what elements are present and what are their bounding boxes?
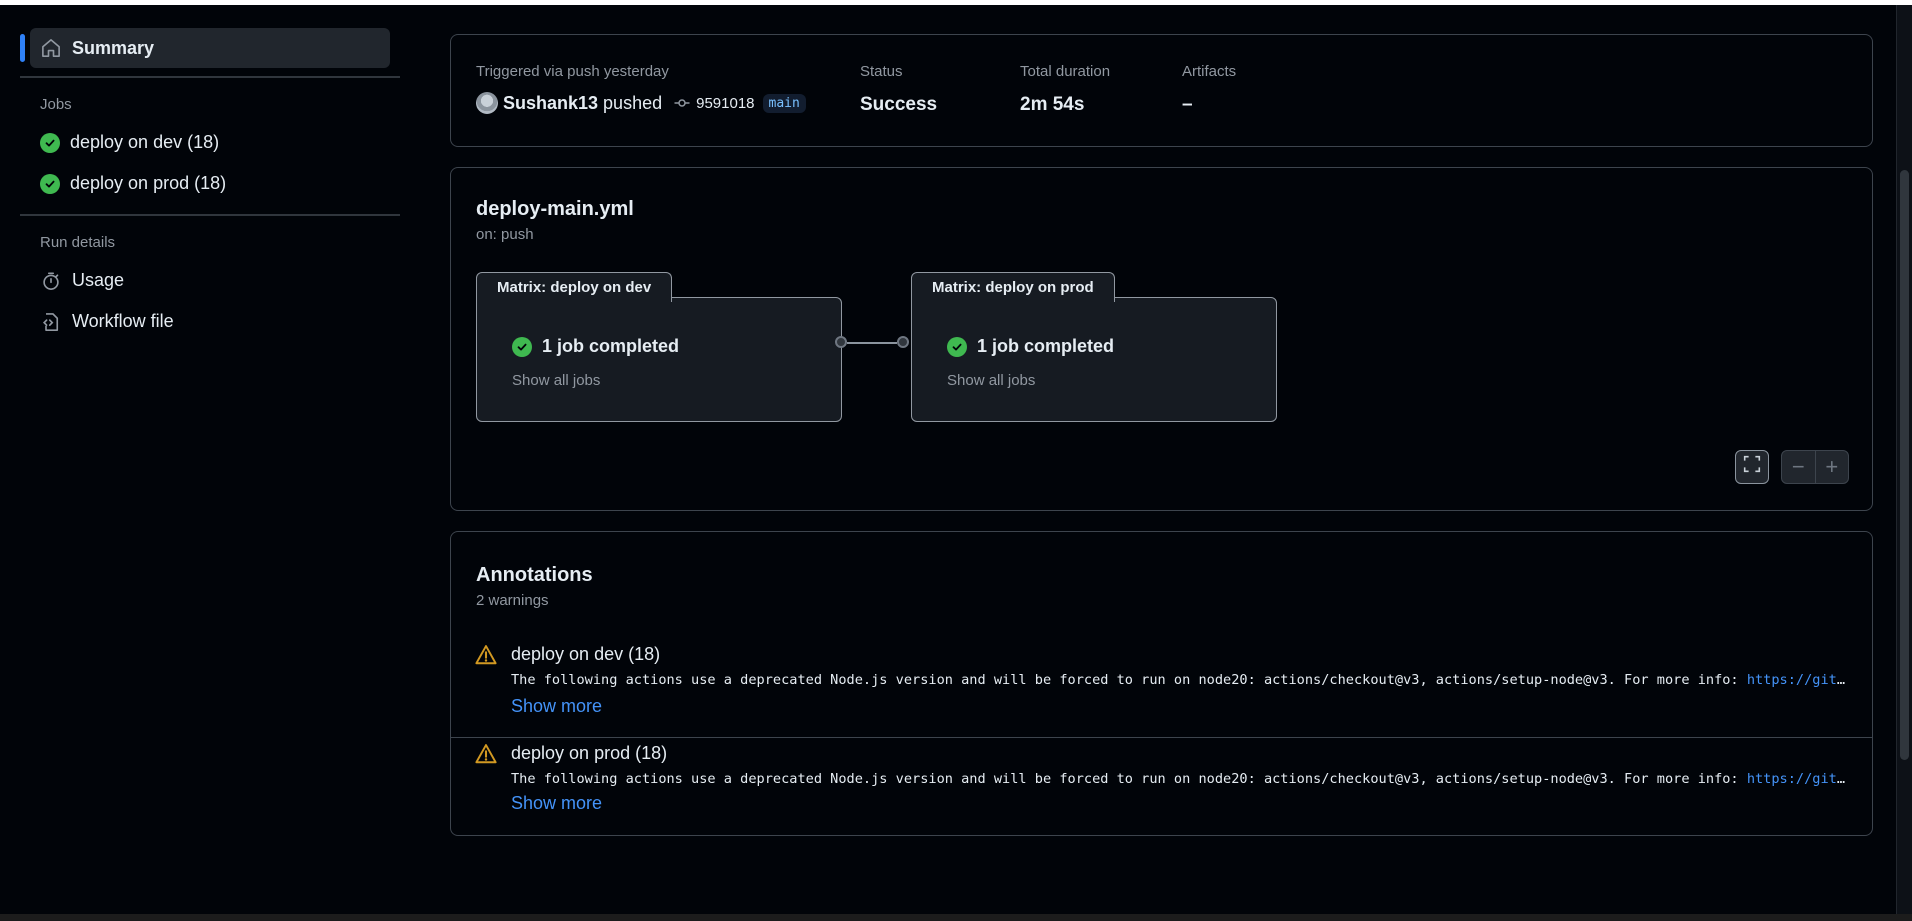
annotation-message-text: The following actions use a deprecated N… — [511, 672, 1747, 688]
action-text: pushed — [603, 92, 663, 113]
trigger-text: Triggered via push yesterday — [476, 63, 669, 80]
matrix-status: 1 job completed — [512, 336, 679, 357]
matrix-box: 1 job completed Show all jobs — [476, 297, 842, 422]
sidebar-item-summary[interactable]: Summary — [20, 28, 390, 68]
matrix-status-text: 1 job completed — [542, 336, 680, 356]
warning-icon — [475, 644, 497, 671]
connector-dot — [835, 336, 847, 348]
annotations-count: 2 warnings — [476, 592, 549, 609]
matrix-status: 1 job completed — [947, 336, 1114, 357]
annotation-message-text: The following actions use a deprecated N… — [511, 771, 1747, 787]
sidebar-divider — [20, 76, 400, 78]
sidebar: Summary Jobs deploy on dev (18) deploy o… — [20, 28, 400, 342]
check-circle-icon — [40, 132, 60, 153]
annotation-item: deploy on prod (18) The following action… — [451, 739, 1872, 835]
sidebar-divider — [20, 214, 400, 216]
annotation-info-link[interactable]: https://github.blog/changelog/2024-03-07… — [1747, 771, 1851, 787]
sidebar-item-job-prod[interactable]: deploy on prod (18) — [20, 163, 400, 204]
fullscreen-icon — [1743, 455, 1761, 479]
usage-label: Usage — [72, 270, 125, 290]
show-all-jobs-link[interactable]: Show all jobs — [512, 372, 600, 389]
workflow-file-label: Workflow file — [72, 311, 174, 331]
matrix-tab-label: Matrix: deploy on dev — [476, 272, 673, 302]
annotation-info-link[interactable]: https://github.blog/changelog/2024-03-07… — [1747, 672, 1851, 688]
check-circle-icon — [512, 336, 532, 357]
file-code-icon — [40, 311, 62, 333]
annotation-job-link[interactable]: deploy on prod (18) — [511, 743, 667, 764]
zoom-controls: − + — [1781, 450, 1849, 484]
home-icon — [40, 37, 62, 59]
annotation-item: deploy on dev (18) The following actions… — [451, 640, 1872, 738]
active-indicator — [20, 34, 25, 62]
duration-column: Total duration 2m 54s — [1020, 63, 1110, 116]
connector-dot — [897, 336, 909, 348]
push-line: Sushank13 pushed 9591018 main — [476, 92, 806, 114]
matrix-status-text: 1 job completed — [977, 336, 1115, 356]
actor-link[interactable]: Sushank13 — [503, 93, 598, 114]
artifacts-value: – — [1182, 94, 1193, 115]
git-commit-icon — [674, 98, 690, 108]
annotation-message: The following actions use a deprecated N… — [511, 672, 1851, 688]
check-circle-icon — [40, 173, 60, 194]
jobs-heading: Jobs — [40, 95, 72, 113]
show-more-button[interactable]: Show more — [511, 793, 602, 814]
run-summary-card: Triggered via push yesterday Sushank13 p… — [450, 34, 1873, 147]
commit-sha-link[interactable]: 9591018 — [696, 95, 754, 112]
scrollbar-thumb[interactable] — [1900, 170, 1909, 760]
fullscreen-button[interactable] — [1735, 450, 1769, 484]
annotations-title: Annotations — [476, 564, 593, 586]
sidebar-item-job-dev[interactable]: deploy on dev (18) — [20, 122, 400, 163]
browser-top-strip — [0, 0, 1912, 5]
zoom-out-button[interactable]: − — [1782, 451, 1816, 483]
zoom-in-button[interactable]: + — [1816, 451, 1849, 483]
status-column: Status Success — [860, 63, 937, 116]
annotations-card: Annotations 2 warnings deploy on dev (18… — [450, 531, 1873, 836]
workflow-graph-card: deploy-main.yml on: push Matrix: deploy … — [450, 167, 1873, 511]
show-all-jobs-link[interactable]: Show all jobs — [947, 372, 1035, 389]
warning-icon — [475, 743, 497, 770]
avatar[interactable] — [476, 92, 498, 114]
workflow-filename: deploy-main.yml — [476, 198, 634, 220]
sidebar-item-usage[interactable]: Usage — [20, 260, 400, 301]
sidebar-item-label: Summary — [72, 37, 155, 58]
run-details-heading: Run details — [40, 233, 116, 251]
annotation-job-link[interactable]: deploy on dev (18) — [511, 644, 660, 665]
workflow-trigger: on: push — [476, 226, 534, 243]
matrix-box: 1 job completed Show all jobs — [911, 297, 1277, 422]
annotation-message: The following actions use a deprecated N… — [511, 771, 1851, 787]
duration-value: 2m 54s — [1020, 94, 1085, 115]
job-connector — [847, 342, 897, 344]
check-circle-icon — [947, 336, 967, 357]
browser-bottom-strip — [0, 914, 1912, 921]
artifacts-label: Artifacts — [1182, 63, 1237, 80]
trigger-info: Triggered via push yesterday Sushank13 p… — [476, 63, 806, 114]
branch-label[interactable]: main — [762, 93, 806, 113]
matrix-tab-label: Matrix: deploy on prod — [911, 272, 1115, 302]
status-label: Status — [860, 63, 903, 80]
sidebar-item-workflow-file[interactable]: Workflow file — [20, 301, 400, 342]
job-label: deploy on dev (18) — [70, 132, 220, 152]
stopwatch-icon — [40, 270, 62, 292]
job-label: deploy on prod (18) — [70, 173, 227, 193]
artifacts-column: Artifacts – — [1182, 63, 1236, 116]
show-more-button[interactable]: Show more — [511, 696, 602, 717]
status-value: Success — [860, 94, 938, 115]
duration-label: Total duration — [1020, 63, 1111, 80]
